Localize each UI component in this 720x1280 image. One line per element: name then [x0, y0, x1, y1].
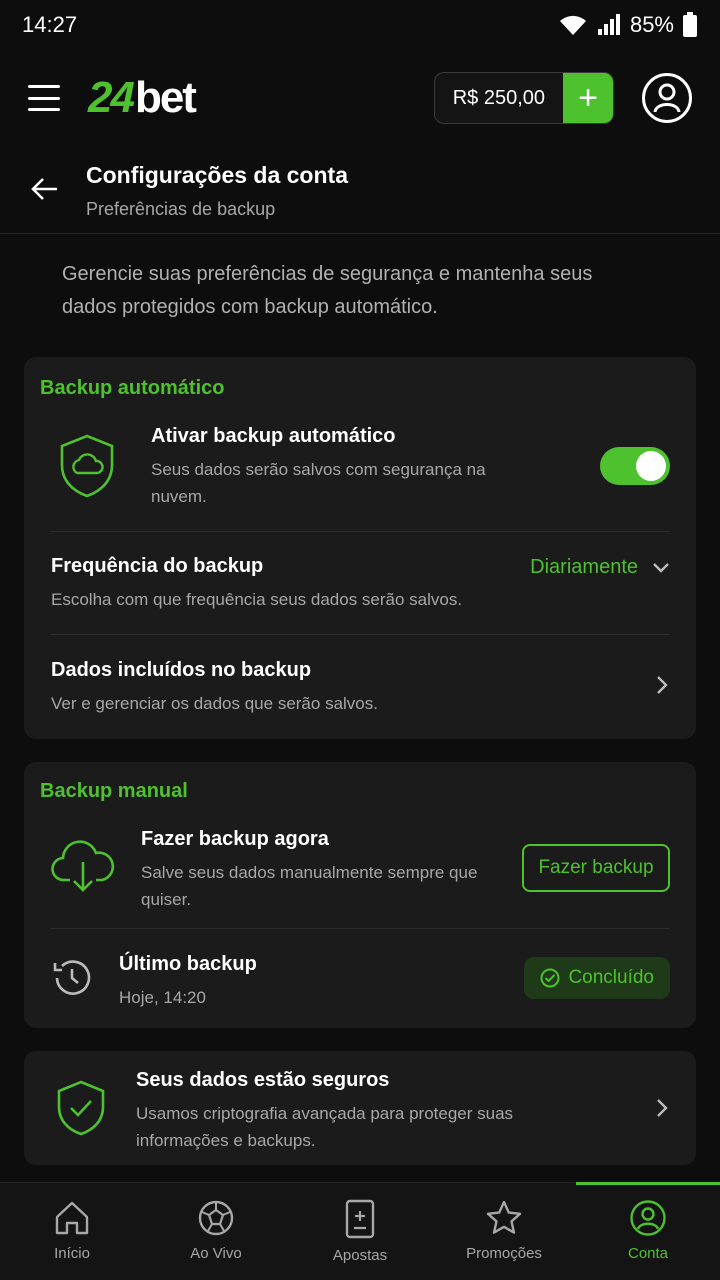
- frequency-row[interactable]: Frequência do backup Escolha com que fre…: [51, 555, 491, 613]
- balance-amount: R$ 250,00: [452, 86, 545, 109]
- ticket-icon: [345, 1199, 375, 1239]
- page-subtitle: Preferências de backup: [86, 199, 276, 219]
- included-data-row[interactable]: Dados incluídos no backup Ver e gerencia…: [51, 659, 571, 717]
- frequency-value: Diariamente: [530, 556, 638, 578]
- nav-item-promocoes[interactable]: Promoções: [432, 1183, 576, 1280]
- chevron-down-icon: [653, 562, 669, 573]
- intro-text: Gerencie suas preferências de segurança …: [62, 263, 593, 318]
- balance-widget[interactable]: R$ 250,00 +: [433, 72, 614, 124]
- chevron-right-icon[interactable]: [656, 1098, 668, 1118]
- enable-backup-desc: Seus dados serão salvos com segurança na…: [151, 460, 486, 506]
- arrow-left-icon: [31, 178, 57, 200]
- nav-item-conta[interactable]: Conta: [576, 1182, 720, 1280]
- backup-status-badge: Concluído: [524, 957, 670, 999]
- manual-backup-section-title: Backup manual: [40, 780, 188, 802]
- divider: [50, 928, 670, 929]
- bottom-nav: Início Ao Vivo Apostas Promoções Conta: [0, 1182, 720, 1280]
- logo-text: bet: [134, 73, 197, 122]
- status-bar: 14:27 85%: [0, 0, 720, 50]
- nav-label: Início: [54, 1245, 90, 1262]
- cloud-download-icon: [51, 840, 115, 892]
- divider: [50, 531, 670, 532]
- check-circle-icon: [540, 968, 560, 988]
- backup-now-title: Fazer backup agora: [141, 828, 329, 850]
- frequency-title: Frequência do backup: [51, 555, 264, 577]
- status-icons: 85%: [558, 12, 698, 38]
- nav-label: Apostas: [332, 1247, 388, 1264]
- nav-item-inicio[interactable]: Início: [0, 1183, 144, 1280]
- history-clock-icon: [53, 960, 91, 995]
- enable-backup-title: Ativar backup automático: [151, 425, 396, 447]
- shield-check-icon: [57, 1080, 105, 1136]
- auto-backup-card: Backup automático Ativar backup automáti…: [24, 357, 696, 739]
- backup-now-button[interactable]: Fazer backup: [522, 844, 670, 892]
- signal-icon: [597, 14, 620, 35]
- nav-label: Ao Vivo: [190, 1245, 242, 1262]
- manual-backup-card: Backup manual Fazer backup agora Salve s…: [24, 762, 696, 1028]
- brand-logo[interactable]: 24 bet: [88, 73, 197, 122]
- battery-icon: [683, 12, 697, 37]
- app-header: 24 bet R$ 250,00 +: [0, 56, 720, 140]
- nav-label: Promoções: [466, 1245, 542, 1262]
- frequency-select[interactable]: Diariamente: [530, 556, 670, 579]
- nav-item-apostas[interactable]: Apostas: [288, 1183, 432, 1280]
- page-header: Configurações da conta Preferências de b…: [0, 150, 720, 234]
- soccer-ball-icon: [198, 1200, 234, 1236]
- included-data-title: Dados incluídos no backup: [51, 659, 312, 681]
- page-title: Configurações da conta: [86, 162, 348, 188]
- security-desc: Usamos criptografia avançada para proteg…: [136, 1104, 514, 1150]
- nav-label: Conta: [627, 1245, 669, 1262]
- wifi-icon: [559, 15, 586, 35]
- back-button[interactable]: [30, 174, 60, 204]
- battery-percent: 85%: [629, 12, 674, 37]
- security-card[interactable]: Seus dados estão seguros Usamos criptogr…: [24, 1051, 696, 1165]
- last-backup-title: Último backup: [119, 953, 257, 975]
- auto-backup-toggle[interactable]: [600, 447, 670, 485]
- home-icon: [55, 1201, 89, 1235]
- backup-status-label: Concluído: [568, 967, 654, 988]
- user-icon: [653, 83, 681, 113]
- included-data-desc: Ver e gerenciar os dados que serão salvo…: [51, 694, 378, 713]
- security-title: Seus dados estão seguros: [136, 1069, 390, 1091]
- divider: [50, 634, 670, 635]
- nav-item-ao-vivo[interactable]: Ao Vivo: [144, 1183, 288, 1280]
- logo-number: 24: [88, 73, 135, 122]
- last-backup-time: Hoje, 14:20: [119, 988, 206, 1007]
- hamburger-menu-icon[interactable]: [28, 85, 60, 111]
- status-time: 14:27: [22, 12, 78, 37]
- shield-cloud-icon: [60, 434, 114, 498]
- add-funds-button[interactable]: +: [563, 73, 613, 123]
- user-icon: [630, 1200, 666, 1236]
- profile-button[interactable]: [642, 73, 692, 123]
- frequency-desc: Escolha com que frequência seus dados se…: [51, 590, 463, 609]
- chevron-right-icon[interactable]: [656, 675, 668, 695]
- star-icon: [486, 1200, 522, 1234]
- backup-now-desc: Salve seus dados manualmente sempre que …: [141, 863, 478, 909]
- auto-backup-section-title: Backup automático: [40, 377, 225, 399]
